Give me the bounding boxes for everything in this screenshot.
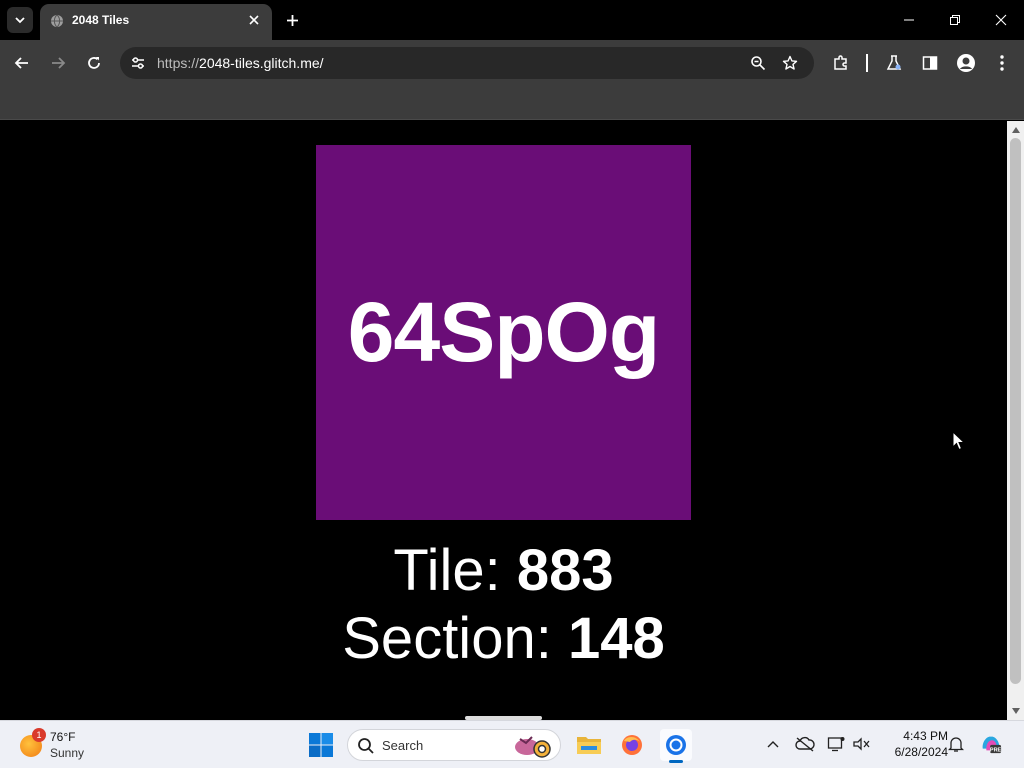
minimize-icon: [904, 19, 914, 21]
taskbar-firefox[interactable]: [616, 729, 648, 761]
tray-display[interactable]: [825, 733, 847, 755]
url-text[interactable]: https://2048-tiles.glitch.me/: [157, 55, 324, 71]
search-icon: [358, 738, 374, 754]
taskbar-search[interactable]: Search: [347, 729, 561, 761]
zoom-button[interactable]: [748, 53, 768, 73]
kebab-menu-icon: [1000, 55, 1004, 71]
bell-icon: [948, 737, 964, 752]
tab-strip: 2048 Tiles: [0, 0, 1024, 40]
tile-label: 64SpOg: [347, 285, 660, 379]
arrow-left-icon: [14, 57, 28, 69]
tray-onedrive[interactable]: [794, 733, 816, 755]
close-icon: [995, 14, 1007, 26]
site-info-button[interactable]: [128, 53, 148, 73]
monitor-icon: [827, 737, 845, 752]
tune-icon: [132, 57, 144, 69]
tray-network-volume[interactable]: [851, 733, 873, 755]
extensions-button[interactable]: [829, 51, 853, 75]
forward-button[interactable]: [45, 50, 71, 76]
close-icon: [249, 15, 259, 25]
globe-icon: [51, 14, 63, 28]
profile-button[interactable]: [954, 51, 978, 75]
chevron-up-icon: [767, 741, 779, 748]
page-viewport: 64SpOg Tile: 883 Section: 148: [0, 121, 1007, 720]
reload-icon: [88, 57, 100, 69]
section-number: 148: [567, 606, 665, 671]
scroll-up-arrow[interactable]: [1011, 125, 1020, 134]
clock-time: 4:43 PM: [903, 729, 948, 743]
tile-number: 883: [516, 538, 614, 603]
taskbar-chrome[interactable]: [660, 729, 692, 763]
cloud-offline-icon: [795, 736, 815, 752]
tile-info: Tile: 883: [0, 537, 1007, 604]
restore-button[interactable]: [940, 6, 970, 34]
system-clock[interactable]: 4:43 PM 6/28/2024: [876, 728, 948, 760]
svg-text:PRE: PRE: [990, 747, 1002, 753]
url-scheme: https://: [157, 55, 200, 71]
arrow-right-icon: [52, 57, 66, 69]
weather-widget[interactable]: 1 76°F Sunny: [18, 727, 128, 763]
active-app-indicator: [669, 760, 683, 763]
side-panel-button[interactable]: [918, 51, 942, 75]
avatar-icon: [957, 54, 975, 72]
copilot-button[interactable]: PRE: [980, 733, 1002, 755]
clock-date: 6/28/2024: [894, 745, 948, 759]
address-bar[interactable]: https://2048-tiles.glitch.me/: [120, 47, 814, 79]
search-highlight-illustration-icon: [515, 736, 551, 758]
chevron-down-icon: [15, 17, 25, 24]
bookmarks-bar: [0, 86, 1024, 120]
search-label: Search: [382, 738, 424, 753]
show-hidden-icons-button[interactable]: [762, 733, 784, 755]
copilot-icon: PRE: [982, 736, 1002, 753]
toolbar-separator: [866, 54, 868, 72]
notification-badge: 1: [32, 728, 46, 742]
scroll-down-arrow[interactable]: [1011, 706, 1020, 715]
taskbar-file-explorer[interactable]: [573, 729, 605, 761]
flask-icon: [886, 55, 902, 70]
tab-search-button[interactable]: [7, 7, 33, 33]
network-volume-icon: [853, 737, 870, 751]
game-tile: 64SpOg: [316, 145, 691, 520]
chrome-icon: [666, 735, 686, 755]
back-button[interactable]: [9, 50, 35, 76]
windows-taskbar: 1 76°F Sunny Search 4:43 PM 6/28/2024 PR…: [0, 720, 1024, 768]
new-tab-button[interactable]: [282, 10, 302, 30]
tile-caption: Tile:: [393, 538, 501, 603]
tab-title: 2048 Tiles: [72, 13, 130, 27]
page-scrollbar[interactable]: [1007, 121, 1024, 720]
tab-2048-tiles[interactable]: 2048 Tiles: [40, 4, 272, 40]
star-icon: [782, 55, 798, 70]
weather-condition: Sunny: [50, 746, 85, 760]
plus-icon: [286, 14, 298, 26]
mouse-cursor-icon: [952, 431, 966, 451]
windows-start-icon[interactable]: [308, 732, 334, 758]
url-host: 2048-tiles.glitch.me/: [199, 55, 324, 71]
labs-button[interactable]: [882, 51, 906, 75]
section-caption: Section:: [342, 606, 552, 671]
zoom-icon: [751, 56, 766, 71]
side-panel-icon: [922, 56, 938, 70]
folder-icon: [577, 737, 601, 754]
triangle-up-icon: [1011, 126, 1020, 133]
menu-button[interactable]: [990, 51, 1014, 75]
minimize-button[interactable]: [894, 6, 924, 34]
triangle-down-icon: [1011, 707, 1020, 714]
scrollbar-thumb[interactable]: [1010, 138, 1021, 684]
reload-button[interactable]: [81, 50, 107, 76]
puzzle-icon: [834, 55, 847, 70]
restore-icon: [950, 15, 960, 25]
close-tab-button[interactable]: [245, 11, 263, 29]
browser-toolbar: https://2048-tiles.glitch.me/: [0, 40, 1024, 86]
firefox-icon: [622, 735, 642, 755]
section-info: Section: 148: [0, 605, 1007, 672]
notifications-button[interactable]: [945, 733, 967, 755]
close-window-button[interactable]: [986, 6, 1016, 34]
weather-temperature: 76°F: [50, 730, 76, 744]
bookmark-star-button[interactable]: [780, 53, 800, 73]
